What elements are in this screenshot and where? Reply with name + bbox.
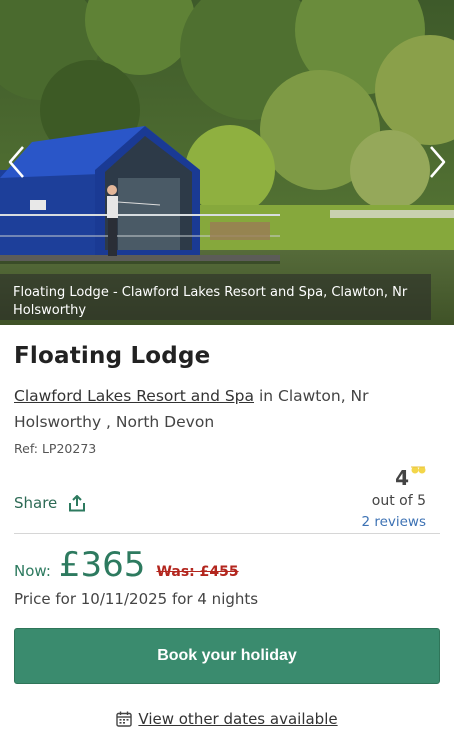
other-dates-label: View other dates available	[138, 710, 338, 728]
rating-block: 4 out of 5 2 reviews	[361, 466, 426, 530]
sun-rating-icon	[411, 466, 426, 474]
price-details: Price for 10/11/2025 for 4 nights	[14, 590, 259, 608]
property-location: Clawford Lakes Resort and Spa in Clawton…	[14, 383, 444, 435]
photo-gallery[interactable]: Floating Lodge - Clawford Lakes Resort a…	[0, 0, 454, 325]
now-price: £365	[58, 545, 146, 585]
chevron-left-icon	[8, 146, 24, 178]
book-holiday-button[interactable]: Book your holiday	[14, 628, 440, 684]
share-label: Share	[14, 494, 58, 512]
now-label: Now:	[14, 562, 51, 580]
gallery-prev-button[interactable]	[2, 140, 30, 184]
gallery-next-button[interactable]	[424, 140, 452, 184]
was-price: Was: £455	[156, 564, 239, 580]
price-row: Now: £365 Was: £455	[14, 545, 239, 585]
property-title: Floating Lodge	[14, 343, 211, 369]
resort-link[interactable]: Clawford Lakes Resort and Spa	[14, 387, 254, 405]
photo-caption-text: Floating Lodge - Clawford Lakes Resort a…	[13, 285, 408, 318]
rating-score: 4	[395, 466, 409, 490]
property-ref: Ref: LP20273	[14, 441, 97, 456]
photo-caption: Floating Lodge - Clawford Lakes Resort a…	[0, 274, 431, 320]
divider	[14, 533, 440, 534]
share-button[interactable]: Share	[14, 494, 86, 512]
chevron-right-icon	[430, 146, 446, 178]
reviews-link[interactable]: 2 reviews	[361, 514, 426, 530]
rating-out-of: out of 5	[371, 493, 426, 509]
share-icon	[69, 494, 86, 511]
calendar-icon	[116, 711, 133, 727]
other-dates-link[interactable]: View other dates available	[0, 710, 454, 728]
